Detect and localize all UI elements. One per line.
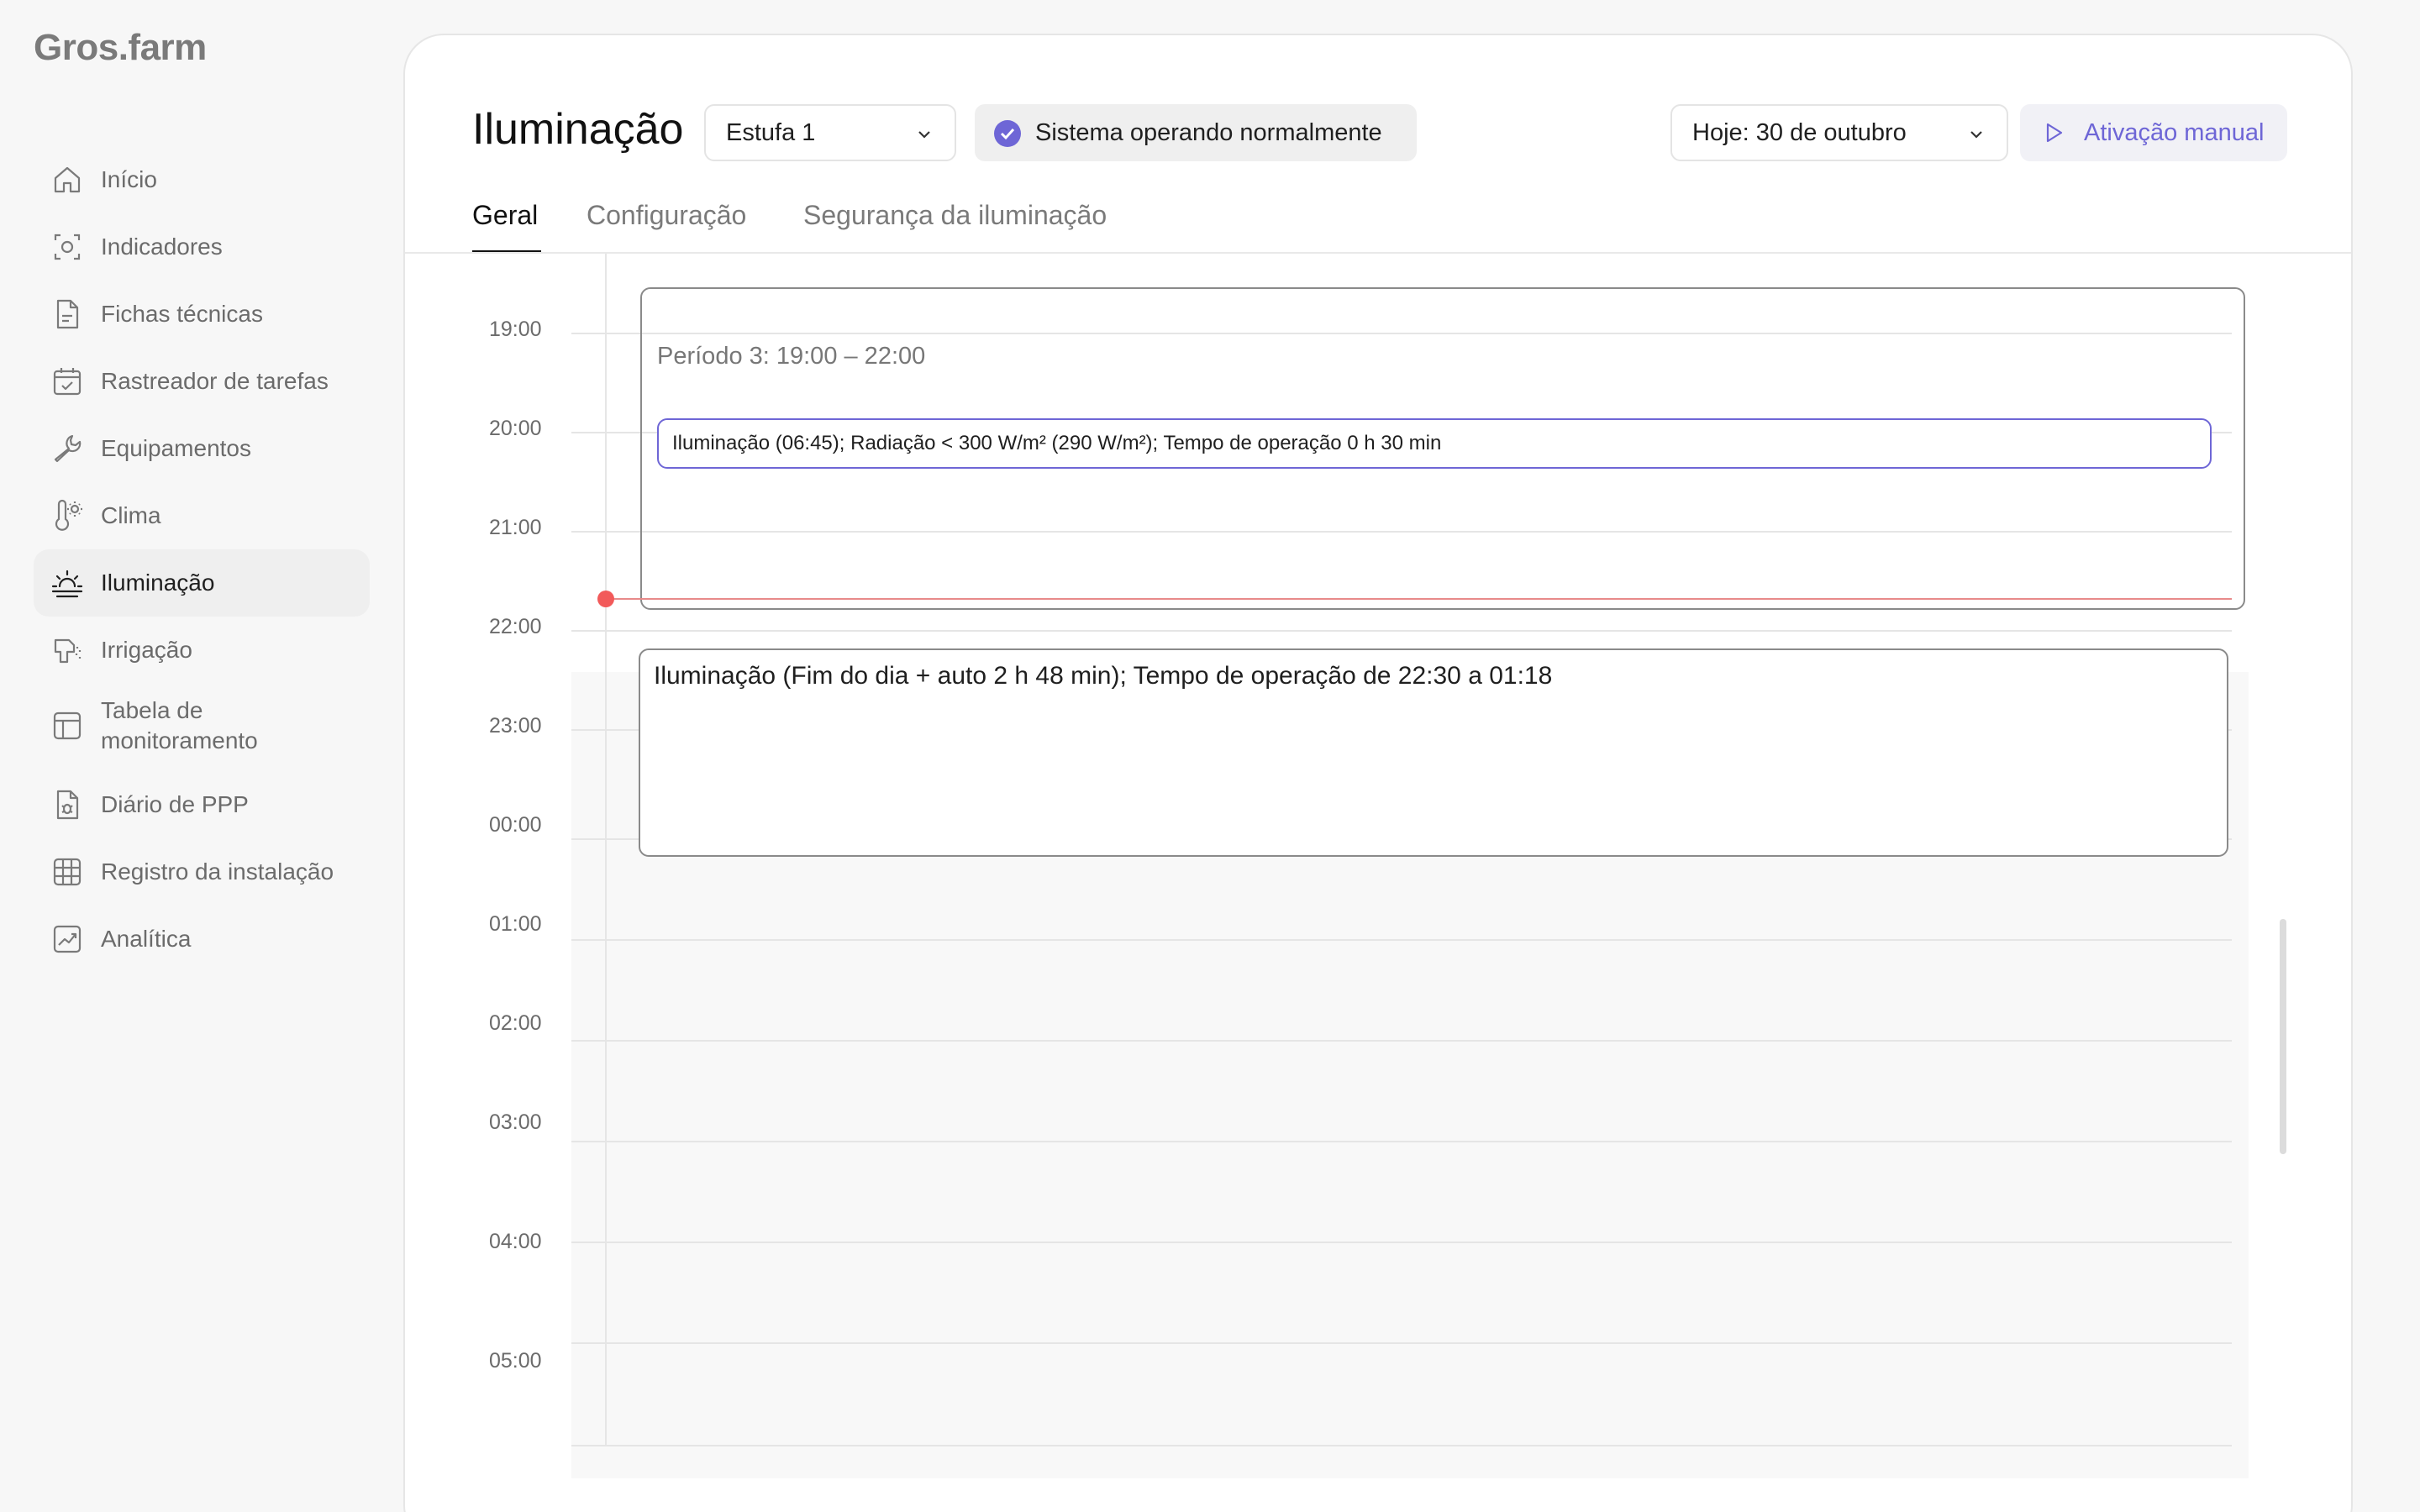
sidebar-item-iluminacao[interactable]: Iluminação xyxy=(34,549,370,617)
lighting-event-radiation[interactable]: Iluminação (06:45); Radiação < 300 W/m² … xyxy=(657,418,2212,469)
sidebar-item-label: Fichas técnicas xyxy=(101,301,263,327)
date-select[interactable]: Hoje: 30 de outubro xyxy=(1670,104,2008,161)
greenhouse-select[interactable]: Estufa 1 xyxy=(704,104,956,161)
manual-activation-button[interactable]: Ativação manual xyxy=(2020,104,2287,161)
hour-gridline xyxy=(571,1040,2232,1042)
sidebar-item-label: Iluminação xyxy=(101,570,215,596)
bug-document-icon xyxy=(50,788,84,822)
table-icon xyxy=(50,709,84,743)
hour-gridline xyxy=(571,939,2232,941)
sidebar-item-label: Início xyxy=(101,166,157,192)
sidebar-item-label: Rastreador de tarefas xyxy=(101,368,329,394)
timeline-scrollbar[interactable] xyxy=(2280,919,2286,1154)
wrench-icon xyxy=(50,432,84,465)
date-select-value: Hoje: 30 de outubro xyxy=(1692,118,1907,146)
thermometer-icon xyxy=(50,499,84,533)
greenhouse-select-value: Estufa 1 xyxy=(726,118,816,146)
tab-seguranca[interactable]: Segurança da iluminação xyxy=(803,200,1107,231)
sidebar-item-analitica[interactable]: Analítica xyxy=(34,906,370,973)
irrigation-icon xyxy=(50,633,84,667)
hour-label: 22:00 xyxy=(489,615,542,638)
chart-icon xyxy=(50,922,84,956)
check-circle-icon xyxy=(994,120,1021,147)
sidebar-item-label: Clima xyxy=(101,502,161,528)
indicators-icon xyxy=(50,230,84,264)
sidebar-item-inicio[interactable]: Início xyxy=(34,146,370,213)
sidebar-item-rastreador[interactable]: Rastreador de tarefas xyxy=(34,348,370,415)
sidebar-item-label: Analítica xyxy=(101,926,192,952)
sidebar-item-irrigacao[interactable]: Irrigação xyxy=(34,617,370,684)
hour-gridline xyxy=(571,1141,2232,1142)
hour-label: 00:00 xyxy=(489,813,542,837)
hour-label: 04:00 xyxy=(489,1230,542,1253)
hour-gridline xyxy=(571,1342,2232,1344)
sidebar-item-registro[interactable]: Registro da instalação xyxy=(34,838,370,906)
system-status-text: Sistema operando normalmente xyxy=(1035,118,1382,146)
hour-label: 02:00 xyxy=(489,1011,542,1035)
sidebar-item-label: Equipamentos xyxy=(101,435,252,461)
period-title: Período 3: 19:00 – 22:00 xyxy=(657,343,926,370)
sidebar-item-indicadores[interactable]: Indicadores xyxy=(34,213,370,281)
document-icon xyxy=(50,297,84,331)
sidebar-item-clima[interactable]: Clima xyxy=(34,482,370,549)
hour-gridline xyxy=(571,630,2232,632)
hour-gridline xyxy=(571,1445,2232,1446)
current-time-marker xyxy=(597,591,614,607)
system-status-badge: Sistema operando normalmente xyxy=(975,104,1417,161)
play-icon xyxy=(2046,123,2063,143)
sidebar-item-diario[interactable]: Diário de PPP xyxy=(34,771,370,838)
hour-label: 23:00 xyxy=(489,714,542,738)
sidebar-item-label: Irrigação xyxy=(101,637,192,663)
lighting-event-end-of-day[interactable]: Iluminação (Fim do dia + auto 2 h 48 min… xyxy=(639,648,2228,857)
hour-label: 19:00 xyxy=(489,318,542,341)
manual-activation-label: Ativação manual xyxy=(2084,118,2265,146)
sidebar-item-label: Indicadores xyxy=(101,234,223,260)
sunrise-icon xyxy=(50,566,84,600)
event-text: Iluminação (Fim do dia + auto 2 h 48 min… xyxy=(654,662,1553,690)
grid-icon xyxy=(50,855,84,889)
sidebar-item-equipamentos[interactable]: Equipamentos xyxy=(34,415,370,482)
chevron-down-icon xyxy=(918,131,930,139)
main-panel: Iluminação Estufa 1 Sistema operando nor… xyxy=(403,34,2353,1512)
hour-label: 20:00 xyxy=(489,417,542,440)
sidebar-item-tabela[interactable]: Tabela de monitoramento xyxy=(34,684,370,768)
sidebar-item-label: Tabela de monitoramento xyxy=(101,697,258,753)
sidebar-item-label: Diário de PPP xyxy=(101,791,249,817)
sidebar-item-fichas[interactable]: Fichas técnicas xyxy=(34,281,370,348)
timeline[interactable]: 19:00 20:00 21:00 22:00 23:00 00:00 01:0… xyxy=(405,254,2351,1512)
page-title: Iluminação xyxy=(472,105,684,154)
calendar-check-icon xyxy=(50,365,84,398)
hour-label: 01:00 xyxy=(489,912,542,936)
event-text: Iluminação (06:45); Radiação < 300 W/m² … xyxy=(672,432,1442,454)
current-time-line xyxy=(605,598,2232,600)
chevron-down-icon xyxy=(1970,131,1982,139)
hour-label: 03:00 xyxy=(489,1110,542,1134)
home-icon xyxy=(50,163,84,197)
hour-label: 21:00 xyxy=(489,516,542,539)
hour-gridline xyxy=(571,1242,2232,1243)
app-logo[interactable]: Gros.farm xyxy=(34,27,207,69)
tab-configuracao[interactable]: Configuração xyxy=(587,200,746,231)
sidebar-item-label: Registro da instalação xyxy=(101,858,334,885)
tab-geral[interactable]: Geral xyxy=(472,200,538,231)
hour-label: 05:00 xyxy=(489,1349,542,1373)
